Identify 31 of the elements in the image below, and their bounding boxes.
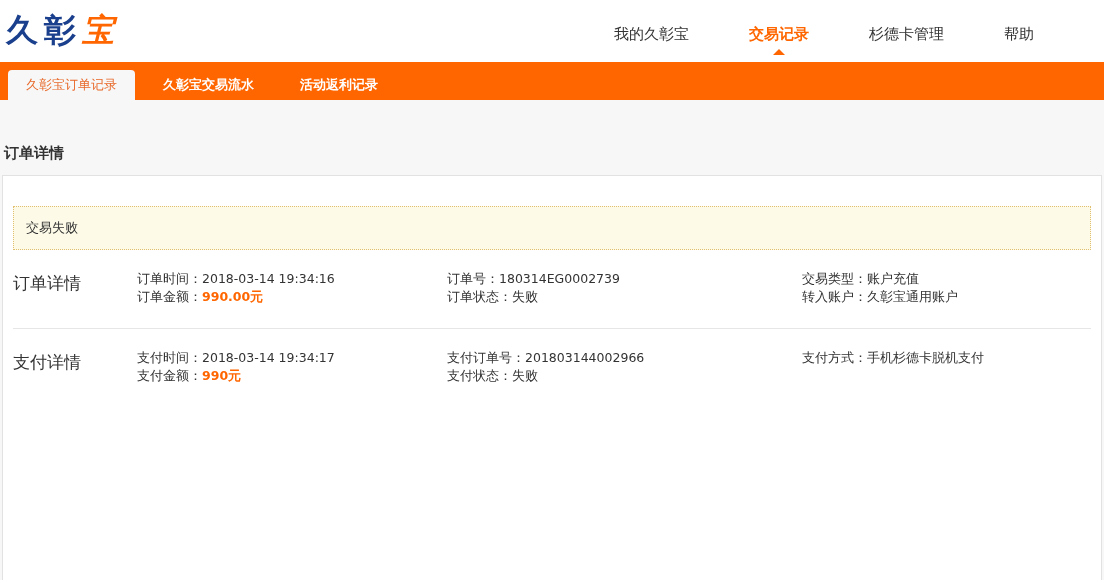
field-value: 990元 (202, 368, 242, 383)
status-notice: 交易失败 (13, 206, 1091, 250)
field-value: 手机杉德卡脱机支付 (867, 350, 984, 365)
field-label: 转入账户： (802, 289, 867, 304)
field-value: 180314EG0002739 (499, 271, 620, 286)
logo[interactable]: 久彰宝 (0, 9, 120, 53)
field-label: 支付方式： (802, 350, 867, 365)
nav-link[interactable]: 我的久彰宝 (614, 18, 689, 44)
field-label: 交易类型： (802, 271, 867, 286)
field-value: 久彰宝通用账户 (867, 289, 958, 304)
field-value: 201803144002966 (525, 350, 645, 365)
nav-link[interactable]: 杉德卡管理 (869, 18, 944, 44)
field-label: 订单时间： (137, 271, 202, 286)
field-label: 支付时间： (137, 350, 202, 365)
field-label: 支付订单号： (447, 350, 525, 365)
field-label: 订单状态： (447, 289, 512, 304)
nav-link[interactable]: 帮助 (1004, 18, 1034, 44)
field-label: 订单金额： (137, 289, 202, 304)
field-value: 2018-03-14 19:34:16 (202, 271, 335, 286)
caret-icon (773, 48, 785, 55)
field-value: 失败 (512, 368, 538, 383)
field-label: 支付金额： (137, 368, 202, 383)
section-title: 订单详情 (13, 272, 82, 295)
field-label: 支付状态： (447, 368, 512, 383)
field-label: 订单号： (447, 271, 499, 286)
field-value: 失败 (512, 289, 538, 304)
section-title: 支付详情 (13, 351, 82, 374)
page-title: 订单详情 (2, 143, 65, 164)
field-value: 2018-03-14 19:34:17 (202, 350, 335, 365)
field-value: 账户充值 (867, 271, 919, 286)
field-value: 990.00元 (202, 289, 264, 304)
